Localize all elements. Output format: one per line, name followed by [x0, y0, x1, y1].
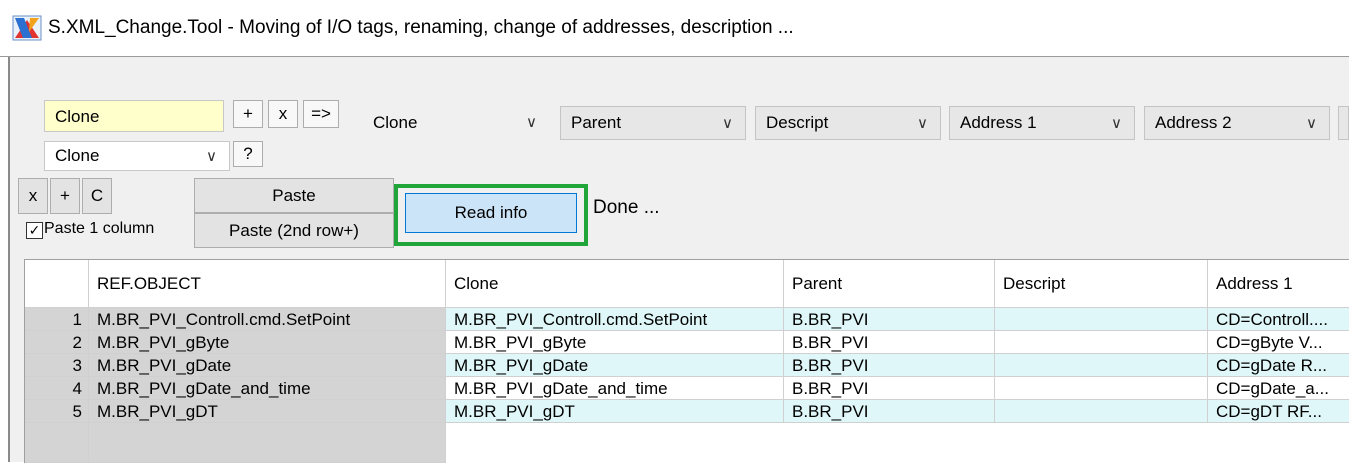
- table-cell-descript[interactable]: [995, 400, 1208, 423]
- chevron-down-icon: ∨: [722, 115, 733, 132]
- table-cell-clone[interactable]: M.BR_PVI_gDate: [446, 354, 784, 377]
- chevron-down-icon: ∨: [206, 148, 217, 165]
- row-number[interactable]: 3: [25, 354, 89, 377]
- table-cell-address1[interactable]: CD=gDate_a...: [1208, 377, 1349, 400]
- column-select-label: Address 2: [1155, 113, 1232, 132]
- table-cell-clone[interactable]: M.BR_PVI_gDate_and_time: [446, 377, 784, 400]
- table-cell-parent[interactable]: B.BR_PVI: [784, 400, 995, 423]
- table-cell-ref-object[interactable]: M.BR_PVI_gDT: [89, 400, 446, 423]
- copy-button[interactable]: C: [82, 178, 112, 214]
- table-cell-parent[interactable]: B.BR_PVI: [784, 354, 995, 377]
- column-select-clone[interactable]: Clone ∨: [363, 106, 549, 140]
- table-cell-ref-object[interactable]: M.BR_PVI_Controll.cmd.SetPoint: [89, 308, 446, 331]
- apply-arrow-button[interactable]: =>: [303, 100, 339, 128]
- help-button[interactable]: ?: [233, 141, 263, 167]
- app-icon: [12, 15, 42, 41]
- window-title: S.XML_Change.Tool - Moving of I/O tags, …: [48, 17, 794, 38]
- chevron-down-icon: ∨: [917, 115, 928, 132]
- clone-input[interactable]: Clone: [44, 100, 224, 132]
- column-select-address2[interactable]: Address 2 ∨: [1144, 106, 1330, 140]
- paste-one-column-checkbox[interactable]: ✓: [26, 222, 43, 239]
- column-header-ref-object[interactable]: REF.OBJECT: [89, 260, 446, 308]
- table-cell-address1[interactable]: CD=Controll....: [1208, 308, 1349, 331]
- clone-select[interactable]: Clone ∨: [44, 141, 230, 171]
- table-cell-parent[interactable]: B.BR_PVI: [784, 377, 995, 400]
- column-header-clone[interactable]: Clone: [446, 260, 784, 308]
- column-select-more[interactable]: [1338, 106, 1349, 140]
- column-header-parent[interactable]: Parent: [784, 260, 995, 308]
- table-cell-descript[interactable]: [995, 377, 1208, 400]
- table-cell-descript[interactable]: [995, 331, 1208, 354]
- chevron-down-icon: ∨: [1111, 115, 1122, 132]
- read-info-button[interactable]: Read info: [405, 193, 577, 233]
- column-select-label: Clone: [373, 113, 418, 132]
- column-select-label: Parent: [571, 113, 622, 132]
- table-cell-address1[interactable]: CD=gDate R...: [1208, 354, 1349, 377]
- paste-2nd-row-button[interactable]: Paste (2nd row+): [194, 213, 394, 248]
- column-header-address1[interactable]: Address 1: [1208, 260, 1349, 308]
- table-cell-parent[interactable]: B.BR_PVI: [784, 331, 995, 354]
- status-text: Done ...: [593, 197, 660, 218]
- column-select-label: Descript: [766, 113, 829, 132]
- remove-button[interactable]: x: [268, 100, 298, 128]
- row-number[interactable]: 2: [25, 331, 89, 354]
- delete-row-button[interactable]: x: [18, 178, 48, 214]
- paste-button[interactable]: Paste: [194, 178, 394, 213]
- table-cell-descript[interactable]: [995, 354, 1208, 377]
- table-cell-ref-object[interactable]: [89, 423, 446, 463]
- table-cell-address1[interactable]: CD=gDT RF...: [1208, 400, 1349, 423]
- add-row-button[interactable]: +: [50, 178, 80, 214]
- column-select-address1[interactable]: Address 1 ∨: [949, 106, 1135, 140]
- grid-corner-header: [25, 260, 89, 308]
- table-cell-descript[interactable]: [995, 308, 1208, 331]
- table-cell-clone[interactable]: M.BR_PVI_gDT: [446, 400, 784, 423]
- row-number[interactable]: 1: [25, 308, 89, 331]
- table-cell-clone[interactable]: M.BR_PVI_gByte: [446, 331, 784, 354]
- chevron-down-icon: ∨: [526, 114, 537, 131]
- table-cell-ref-object[interactable]: M.BR_PVI_gByte: [89, 331, 446, 354]
- table-cell-address1[interactable]: CD=gByte V...: [1208, 331, 1349, 354]
- paste-one-column-label: Paste 1 column: [44, 220, 155, 237]
- column-select-parent[interactable]: Parent ∨: [560, 106, 746, 140]
- row-number[interactable]: 4: [25, 377, 89, 400]
- column-select-label: Address 1: [960, 113, 1037, 132]
- column-select-descript[interactable]: Descript ∨: [755, 106, 941, 140]
- row-number[interactable]: 5: [25, 400, 89, 423]
- data-grid[interactable]: REF.OBJECT Clone Parent Descript Address…: [24, 259, 1349, 463]
- table-cell-ref-object[interactable]: M.BR_PVI_gDate_and_time: [89, 377, 446, 400]
- column-header-descript[interactable]: Descript: [995, 260, 1208, 308]
- row-number[interactable]: [25, 423, 89, 463]
- add-button[interactable]: +: [233, 100, 263, 128]
- chevron-down-icon: ∨: [1306, 115, 1317, 132]
- title-bar: S.XML_Change.Tool - Moving of I/O tags, …: [0, 0, 1349, 57]
- clone-select-label: Clone: [55, 146, 100, 165]
- table-cell-ref-object[interactable]: M.BR_PVI_gDate: [89, 354, 446, 377]
- table-cell-clone[interactable]: M.BR_PVI_Controll.cmd.SetPoint: [446, 308, 784, 331]
- table-cell-parent[interactable]: B.BR_PVI: [784, 308, 995, 331]
